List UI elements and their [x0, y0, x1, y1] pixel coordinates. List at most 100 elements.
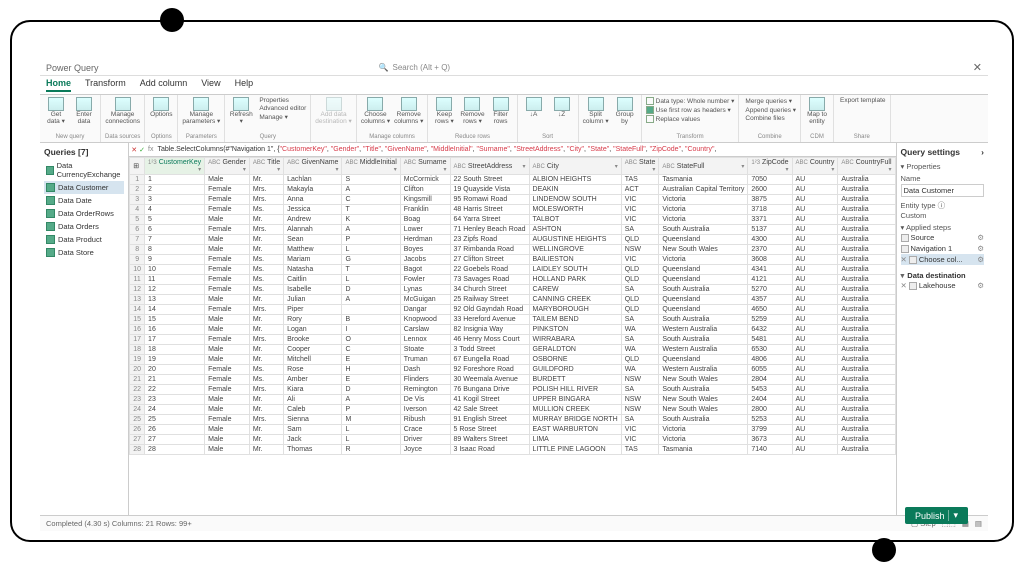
- table-row[interactable]: 1313MaleMr.JulianAMcGuigan25 Railway Str…: [130, 295, 895, 305]
- ribbon-export-template[interactable]: Export template: [838, 97, 886, 104]
- close-icon[interactable]: ✕: [973, 61, 982, 74]
- table-row[interactable]: 2525FemaleMrs.SiennaMRibush91 English St…: [130, 415, 895, 425]
- ribbon-map-to-button[interactable]: Map toentity: [805, 97, 829, 125]
- table-row[interactable]: 66FemaleMrs.AlannahALower71 Henley Beach…: [130, 225, 895, 235]
- table-row[interactable]: 2121FemaleMs.AmberEFlinders30 Weemala Av…: [130, 375, 895, 385]
- ribbon-↓a-button[interactable]: ↓A: [522, 97, 546, 119]
- query-item-data-orders[interactable]: Data Orders: [44, 220, 124, 233]
- ribbon-keep-button[interactable]: Keeprows ▾: [432, 97, 456, 125]
- ribbon-enter-button[interactable]: Enterdata: [72, 97, 96, 125]
- column-header-title[interactable]: ABCTitle▾: [249, 158, 283, 175]
- formula-bar[interactable]: ✕ ✓ fx Table.SelectColumns(#"Navigation …: [129, 143, 895, 157]
- data-destination-section[interactable]: ▾Data destination: [901, 271, 984, 280]
- table-row[interactable]: 2626MaleMr.SamLCrace5 Rose StreetEAST WA…: [130, 425, 895, 435]
- ribbon-manage-[interactable]: Manage ▾: [257, 113, 306, 121]
- query-item-data-store[interactable]: Data Store: [44, 246, 124, 259]
- column-header-customerkey[interactable]: 1²3CustomerKey▾: [145, 158, 205, 175]
- ribbon-group-button[interactable]: Groupby: [613, 97, 637, 125]
- formula-cancel-icon[interactable]: ✕: [131, 146, 137, 154]
- applied-step-choose-col-[interactable]: ✕Choose col...⚙: [901, 254, 984, 265]
- table-row[interactable]: 33FemaleMrs.AnnaCKingsmill95 Romawi Road…: [130, 195, 895, 205]
- gear-icon[interactable]: ⚙: [977, 281, 984, 290]
- table-row[interactable]: 2727MaleMr.JackLDriver89 Walters StreetL…: [130, 435, 895, 445]
- ribbon-options-button[interactable]: Options: [149, 97, 173, 119]
- table-row[interactable]: 55MaleMr.AndrewKBoag64 Yarra StreetTALBO…: [130, 215, 895, 225]
- gear-icon[interactable]: ⚙: [977, 233, 984, 242]
- table-row[interactable]: 99FemaleMs.MariamGJacobs27 Clifton Stree…: [130, 255, 895, 265]
- ribbon-refresh-button[interactable]: Refresh▾: [229, 97, 253, 125]
- column-header-surname[interactable]: ABCSurname▾: [400, 158, 450, 175]
- ribbon-combine-files[interactable]: Combine files: [743, 115, 796, 122]
- ribbon-remove-button[interactable]: Removecolumns ▾: [394, 97, 423, 125]
- schema-view-icon[interactable]: ▤: [975, 519, 982, 528]
- table-row[interactable]: 1818MaleMr.CooperCStoate3 Todd StreetGER…: [130, 345, 895, 355]
- column-header-statefull[interactable]: ABCStateFull▾: [659, 158, 748, 175]
- publish-button[interactable]: Publish▾: [905, 507, 968, 524]
- column-header-middleinitial[interactable]: ABCMiddleInitial▾: [342, 158, 400, 175]
- table-row[interactable]: 44FemaleMs.JessicaTFranklin48 Harris Str…: [130, 205, 895, 215]
- table-row[interactable]: 1515MaleMr.RoryBKnopwood33 Hereford Aven…: [130, 315, 895, 325]
- query-item-data-orderrows[interactable]: Data OrderRows: [44, 207, 124, 220]
- table-row[interactable]: 1414FemaleMrs.PiperDangar92 Old Gayndah …: [130, 305, 895, 315]
- table-row[interactable]: 2020FemaleMs.RoseHDash92 Foreshore RoadG…: [130, 365, 895, 375]
- ribbon-data-type-whole-number-[interactable]: Data type: Whole number ▾: [646, 97, 735, 105]
- ribbon-split-button[interactable]: Splitcolumn ▾: [583, 97, 609, 125]
- gear-icon[interactable]: ⚙: [977, 255, 984, 264]
- tab-transform[interactable]: Transform: [85, 78, 126, 92]
- row-header-corner[interactable]: ⊞: [130, 158, 145, 175]
- table-row[interactable]: 2222FemaleMrs.KiaraDRemington76 Bungana …: [130, 385, 895, 395]
- ribbon-manage-button[interactable]: Manageparameters ▾: [182, 97, 220, 125]
- column-header-zipcode[interactable]: 1²3ZipCode▾: [748, 158, 792, 175]
- table-row[interactable]: 2323MaleMr.AliADe Vis41 Kogil StreetUPPE…: [130, 395, 895, 405]
- query-item-data-product[interactable]: Data Product: [44, 233, 124, 246]
- column-header-state[interactable]: ABCState▾: [621, 158, 659, 175]
- tab-help[interactable]: Help: [235, 78, 254, 92]
- ribbon-remove-button[interactable]: Removerows ▾: [460, 97, 484, 125]
- applied-step-source[interactable]: Source⚙: [901, 232, 984, 243]
- column-header-countryfull[interactable]: ABCCountryFull▾: [838, 158, 895, 175]
- table-row[interactable]: 1111FemaleMs.CaitlinLFowler73 Savages Ro…: [130, 275, 895, 285]
- tab-home[interactable]: Home: [46, 78, 71, 92]
- table-row[interactable]: 11MaleMr.LachlanSMcCormick22 South Stree…: [130, 175, 895, 185]
- column-header-city[interactable]: ABCCity▾: [529, 158, 621, 175]
- column-header-country[interactable]: ABCCountry▾: [792, 158, 838, 175]
- tab-view[interactable]: View: [201, 78, 220, 92]
- tab-add-column[interactable]: Add column: [140, 78, 188, 92]
- ribbon-replace-values[interactable]: Replace values: [646, 115, 735, 123]
- chevron-down-icon[interactable]: ▾: [948, 510, 958, 521]
- column-header-gender[interactable]: ABCGender▾: [205, 158, 250, 175]
- applied-step-navigation-[interactable]: Navigation 1⚙: [901, 243, 984, 254]
- table-row[interactable]: 1616MaleMr.LoganICarslaw82 Insignia WayP…: [130, 325, 895, 335]
- table-row[interactable]: 2424MaleMr.CalebPIverson42 Sale StreetMU…: [130, 405, 895, 415]
- data-grid[interactable]: ⊞1²3CustomerKey▾ABCGender▾ABCTitle▾ABCGi…: [129, 157, 895, 515]
- query-item-data-currencyexchange[interactable]: Data CurrencyExchange: [44, 159, 124, 181]
- gear-icon[interactable]: ⚙: [977, 244, 984, 253]
- search-box[interactable]: 🔍 Search (Alt + Q): [379, 63, 451, 72]
- table-row[interactable]: 77MaleMr.SeanPHerdman23 Zipfs RoadAUGUST…: [130, 235, 895, 245]
- ribbon-filter-button[interactable]: Filterrows: [489, 97, 513, 125]
- column-header-streetaddress[interactable]: ABCStreetAddress▾: [450, 158, 529, 175]
- table-row[interactable]: 88MaleMr.MatthewLBoyes37 Rimbanda RoadWE…: [130, 245, 895, 255]
- table-row[interactable]: 2828MaleMr.ThomasRJoyce3 Isaac RoadLITTL…: [130, 445, 895, 455]
- status-text: Completed (4.30 s) Columns: 21 Rows: 99+: [46, 519, 192, 528]
- ribbon-get-button[interactable]: Getdata ▾: [44, 97, 68, 125]
- query-item-data-customer[interactable]: Data Customer: [44, 181, 124, 194]
- ribbon-merge-queries-[interactable]: Merge queries ▾: [743, 97, 796, 105]
- ribbon-properties[interactable]: Properties: [257, 97, 306, 104]
- ribbon-append-queries-[interactable]: Append queries ▾: [743, 106, 796, 114]
- table-row[interactable]: 1212FemaleMs.IsabelleDLynas34 Church Str…: [130, 285, 895, 295]
- ribbon-↓z-button[interactable]: ↓Z: [550, 97, 574, 119]
- table-row[interactable]: 1010FemaleMs.NatashaTBagot22 Goebels Roa…: [130, 265, 895, 275]
- ribbon-manage-button[interactable]: Manageconnections: [105, 97, 140, 125]
- formula-accept-icon[interactable]: ✓: [139, 146, 145, 154]
- table-row[interactable]: 1717FemaleMrs.BrookeOLennox46 Henry Moss…: [130, 335, 895, 345]
- ribbon-use-first-row-as-headers-[interactable]: Use first row as headers ▾: [646, 106, 735, 114]
- name-input[interactable]: Data Customer: [901, 184, 984, 197]
- ribbon-choose-button[interactable]: Choosecolumns ▾: [361, 97, 390, 125]
- column-header-givenname[interactable]: ABCGivenName▾: [284, 158, 342, 175]
- ribbon-advanced-editor[interactable]: Advanced editor: [257, 105, 306, 112]
- query-item-data-date[interactable]: Data Date: [44, 194, 124, 207]
- table-row[interactable]: 1919MaleMr.MitchellETruman67 Eungella Ro…: [130, 355, 895, 365]
- data-destination-item[interactable]: ✕ Lakehouse ⚙: [901, 280, 984, 291]
- table-row[interactable]: 22FemaleMrs.MakaylaAClifton19 Quayside V…: [130, 185, 895, 195]
